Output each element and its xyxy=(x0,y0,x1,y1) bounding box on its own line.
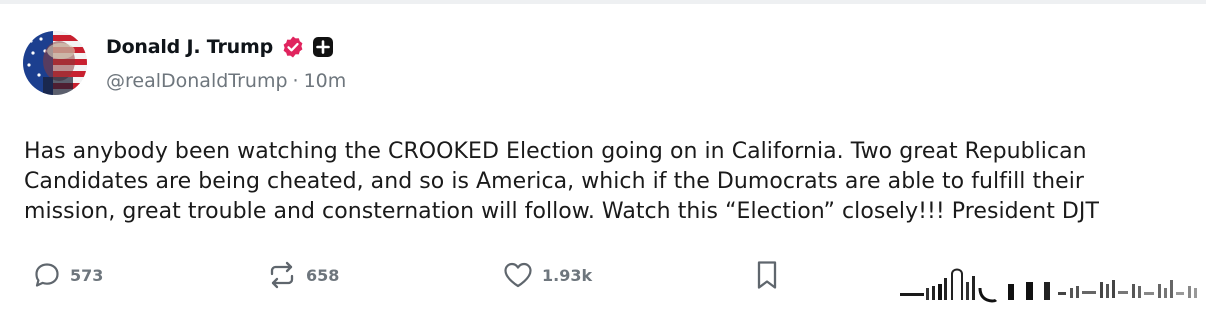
repost-button[interactable]: 658 xyxy=(266,258,339,292)
reply-count: 573 xyxy=(70,265,104,285)
bookmark-button[interactable] xyxy=(754,258,780,292)
repost-count: 658 xyxy=(306,265,340,285)
like-button[interactable]: 1.93k xyxy=(502,258,592,292)
plus-badge-icon xyxy=(312,36,334,58)
verified-badge-icon xyxy=(281,35,305,59)
heart-icon xyxy=(502,260,534,290)
author-name-row: Donald J. Trump xyxy=(106,34,334,60)
post-card: Donald J. Trump @realDonaldTrump · 10m Has… xyxy=(0,0,1206,316)
post-body-text: Has anybody been watching the CROOKED El… xyxy=(24,139,1099,224)
meta-separator: · xyxy=(292,70,299,92)
like-count: 1.93k xyxy=(542,265,593,285)
post-timestamp[interactable]: 10m xyxy=(304,70,347,92)
audio-waveform-graphic xyxy=(896,258,1206,306)
author-display-name[interactable]: Donald J. Trump xyxy=(106,36,273,58)
avatar[interactable] xyxy=(23,31,87,95)
speech-bubble-icon xyxy=(32,260,62,290)
reply-button[interactable]: 573 xyxy=(32,258,103,292)
author-meta-row: @realDonaldTrump · 10m xyxy=(106,70,346,92)
bookmark-icon xyxy=(754,259,780,291)
repost-arrows-icon xyxy=(266,260,298,290)
avatar-image xyxy=(23,31,87,95)
author-handle[interactable]: @realDonaldTrump xyxy=(106,70,288,92)
